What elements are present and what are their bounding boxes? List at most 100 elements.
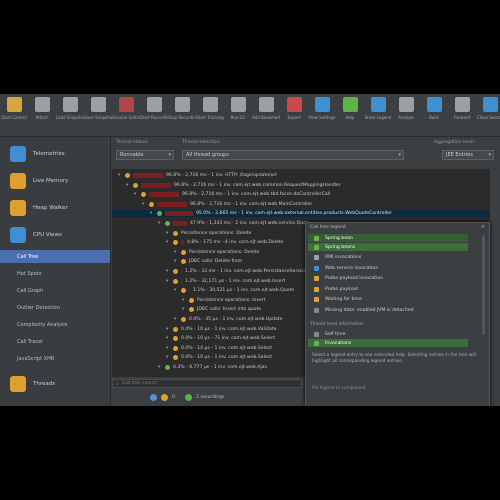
sidebar-item-hot-spots[interactable]: Hot Spots <box>0 267 110 280</box>
toolbar-button[interactable]: Attach <box>28 94 56 136</box>
thread-status-select[interactable]: Runnable ▾ <box>116 150 174 160</box>
expand-toggle-icon[interactable]: ▾ <box>166 268 168 275</box>
expand-toggle-icon[interactable]: ▾ <box>166 278 168 285</box>
node-type-icon <box>173 230 178 236</box>
telemetries-icon <box>10 146 26 162</box>
legend-item-label: Web service invocation <box>325 265 379 271</box>
toolbar-button[interactable]: Run GC <box>224 94 252 136</box>
sidebar-item-call-graph[interactable]: Call Graph <box>0 284 110 297</box>
legend-marker-icon <box>314 244 319 250</box>
live-memory-icon <box>10 173 26 189</box>
thread-selection-select[interactable]: All thread groups ▾ <box>182 150 404 160</box>
close-icon[interactable]: × <box>481 224 485 230</box>
sidebar-section-live-memory[interactable]: Live Memory <box>0 172 110 190</box>
toolbar-button[interactable]: Analyze <box>392 94 420 136</box>
toolbar-button[interactable]: Start Tracking <box>196 94 224 136</box>
sidebar-section-cpu-views[interactable]: CPU Views <box>0 226 110 244</box>
legend-marker-icon <box>314 297 319 302</box>
time-percentage-bar <box>157 201 187 207</box>
tree-row-label: 96.8% - 2,716 ms - 1 inv. com.ejt.web.co… <box>174 182 341 188</box>
expand-toggle-icon[interactable]: ▾ <box>142 201 144 208</box>
legend-item-label: Self time <box>325 331 346 337</box>
sidebar-item-outlier-detection[interactable]: Outlier Detection <box>0 301 110 314</box>
toolbar-button[interactable]: Stop Recordings <box>168 94 196 136</box>
legend-scrollbar[interactable] <box>482 235 485 335</box>
legend-item[interactable]: Probe payload invocation <box>308 275 468 283</box>
toolbar-button[interactable]: Load Snapshot <box>56 94 84 136</box>
toolbar-button[interactable]: Save Snapshot <box>84 94 112 136</box>
tree-row[interactable]: ▾ 96.8% - 2,716 ms - 1 inv. com.ejt.web.M… <box>112 201 490 208</box>
legend-item[interactable]: Invocations <box>308 339 468 347</box>
expand-toggle-icon[interactable]: ▾ <box>166 345 168 352</box>
profiler-window: Start Control Attach Load Snapshot Save Sna… <box>0 94 500 406</box>
node-type-icon <box>173 345 178 351</box>
tree-row[interactable]: ▾ 96.8% - 2,716 ms - 1 inv. HTTP: /tags/u… <box>112 172 490 179</box>
sidebar-item-javascript-xhr[interactable]: JavaScript XHR <box>0 352 110 365</box>
expand-toggle-icon[interactable]: ▾ <box>166 230 168 237</box>
sidebar-item-call-tree[interactable]: Call Tree <box>0 250 110 263</box>
expand-toggle-icon[interactable]: ▾ <box>174 258 176 265</box>
sidebar-item-label: Call Tree <box>17 253 39 260</box>
toolbar-button[interactable]: Add Bookmark <box>252 94 280 136</box>
toolbar-button[interactable]: Start Control <box>0 94 28 136</box>
sidebar-section-threads[interactable]: Threads <box>0 375 110 393</box>
expand-toggle-icon[interactable]: ▾ <box>158 364 160 371</box>
toolbar-button[interactable]: Back <box>420 94 448 136</box>
expand-toggle-icon[interactable]: ▾ <box>166 239 168 246</box>
toolbar-button[interactable]: Forward <box>448 94 476 136</box>
toolbar-button-label: Help <box>345 115 355 120</box>
time-percentage-bar <box>141 182 171 188</box>
alert-icon <box>161 393 168 401</box>
legend-item[interactable]: Missing data: enabled JVM is detached <box>308 306 468 314</box>
expand-toggle-icon[interactable]: ▾ <box>174 249 176 256</box>
node-type-icon <box>165 221 170 226</box>
legend-item[interactable]: Self time <box>308 330 468 338</box>
toolbar-button[interactable]: Show Legend <box>364 94 392 136</box>
toolbar-button[interactable]: Close Search <box>476 94 500 136</box>
toolbar-button[interactable]: Start Recordings <box>140 94 168 136</box>
chevron-down-icon: ▾ <box>488 152 491 158</box>
expand-toggle-icon[interactable]: ▾ <box>118 172 120 179</box>
expand-toggle-icon[interactable]: ▾ <box>174 287 176 294</box>
toolbar-button[interactable]: Session Settings <box>112 94 140 136</box>
legend-item[interactable]: Waiting for time <box>308 296 468 304</box>
sidebar-section-telemetries[interactable]: Telemetries <box>0 145 110 163</box>
toolbar-button-label: Export <box>287 115 301 120</box>
legend-item[interactable]: Web service invocation <box>308 264 468 272</box>
start-recordings-icon <box>146 97 162 112</box>
expand-toggle-icon[interactable]: ▾ <box>158 220 160 227</box>
expand-toggle-icon[interactable]: ▾ <box>150 210 152 217</box>
node-type-icon <box>189 307 194 313</box>
sidebar-item-call-tracer[interactable]: Call Tracer <box>0 335 110 348</box>
tree-row[interactable]: ▾ 96.8% - 2,716 ms - 1 inv. com.ejt.web.c… <box>112 182 490 189</box>
node-type-icon <box>149 201 154 207</box>
legend-item[interactable]: Spring bean <box>308 234 468 242</box>
legend-marker-icon <box>314 276 319 281</box>
legend-item[interactable]: Spring beans <box>308 243 468 251</box>
toolbar-button[interactable]: Help <box>336 94 364 136</box>
expand-toggle-icon[interactable]: ▾ <box>126 182 128 189</box>
expand-toggle-icon[interactable]: ▾ <box>182 297 184 304</box>
expand-toggle-icon[interactable]: ▾ <box>134 191 136 198</box>
tree-row[interactable]: ▾ 96.8% - 2,716 ms - 1 inv. com.ejt.web.t… <box>112 191 490 198</box>
expand-toggle-icon[interactable]: ▾ <box>166 354 168 361</box>
aggregation-select[interactable]: JEE Entries ▾ <box>442 150 494 160</box>
save-snapshot-icon <box>90 97 106 112</box>
expand-toggle-icon[interactable]: ▾ <box>174 316 176 323</box>
call-tree-search-field[interactable]: ⌕ Call tree search <box>112 379 302 388</box>
expand-toggle-icon[interactable]: ▾ <box>182 306 184 313</box>
tree-row-label: JDBC calls: Insert into quote <box>197 307 262 313</box>
sidebar-section-heap-walker[interactable]: Heap Walker <box>0 199 110 217</box>
expand-toggle-icon[interactable]: ▾ <box>166 335 168 342</box>
sidebar-item-complexity-analysis[interactable]: Complexity Analysis <box>0 318 110 331</box>
stop-recordings-icon <box>174 97 190 112</box>
legend-item[interactable]: RMI invocations <box>308 254 468 262</box>
toolbar-button[interactable]: Export <box>280 94 308 136</box>
expand-toggle-icon[interactable]: ▾ <box>166 326 168 333</box>
toolbar-button[interactable]: View Settings <box>308 94 336 136</box>
pin-legend-link[interactable]: Pin legend to component <box>312 386 366 391</box>
chevron-down-icon: ▾ <box>398 152 401 158</box>
tree-row[interactable]: ▾ 95.0% - 2,665 ms - 1 inv. com.ejt.web.e… <box>112 210 490 218</box>
legend-item[interactable]: Probe payload <box>308 285 468 293</box>
thread-selection-value: All thread groups <box>186 152 229 158</box>
